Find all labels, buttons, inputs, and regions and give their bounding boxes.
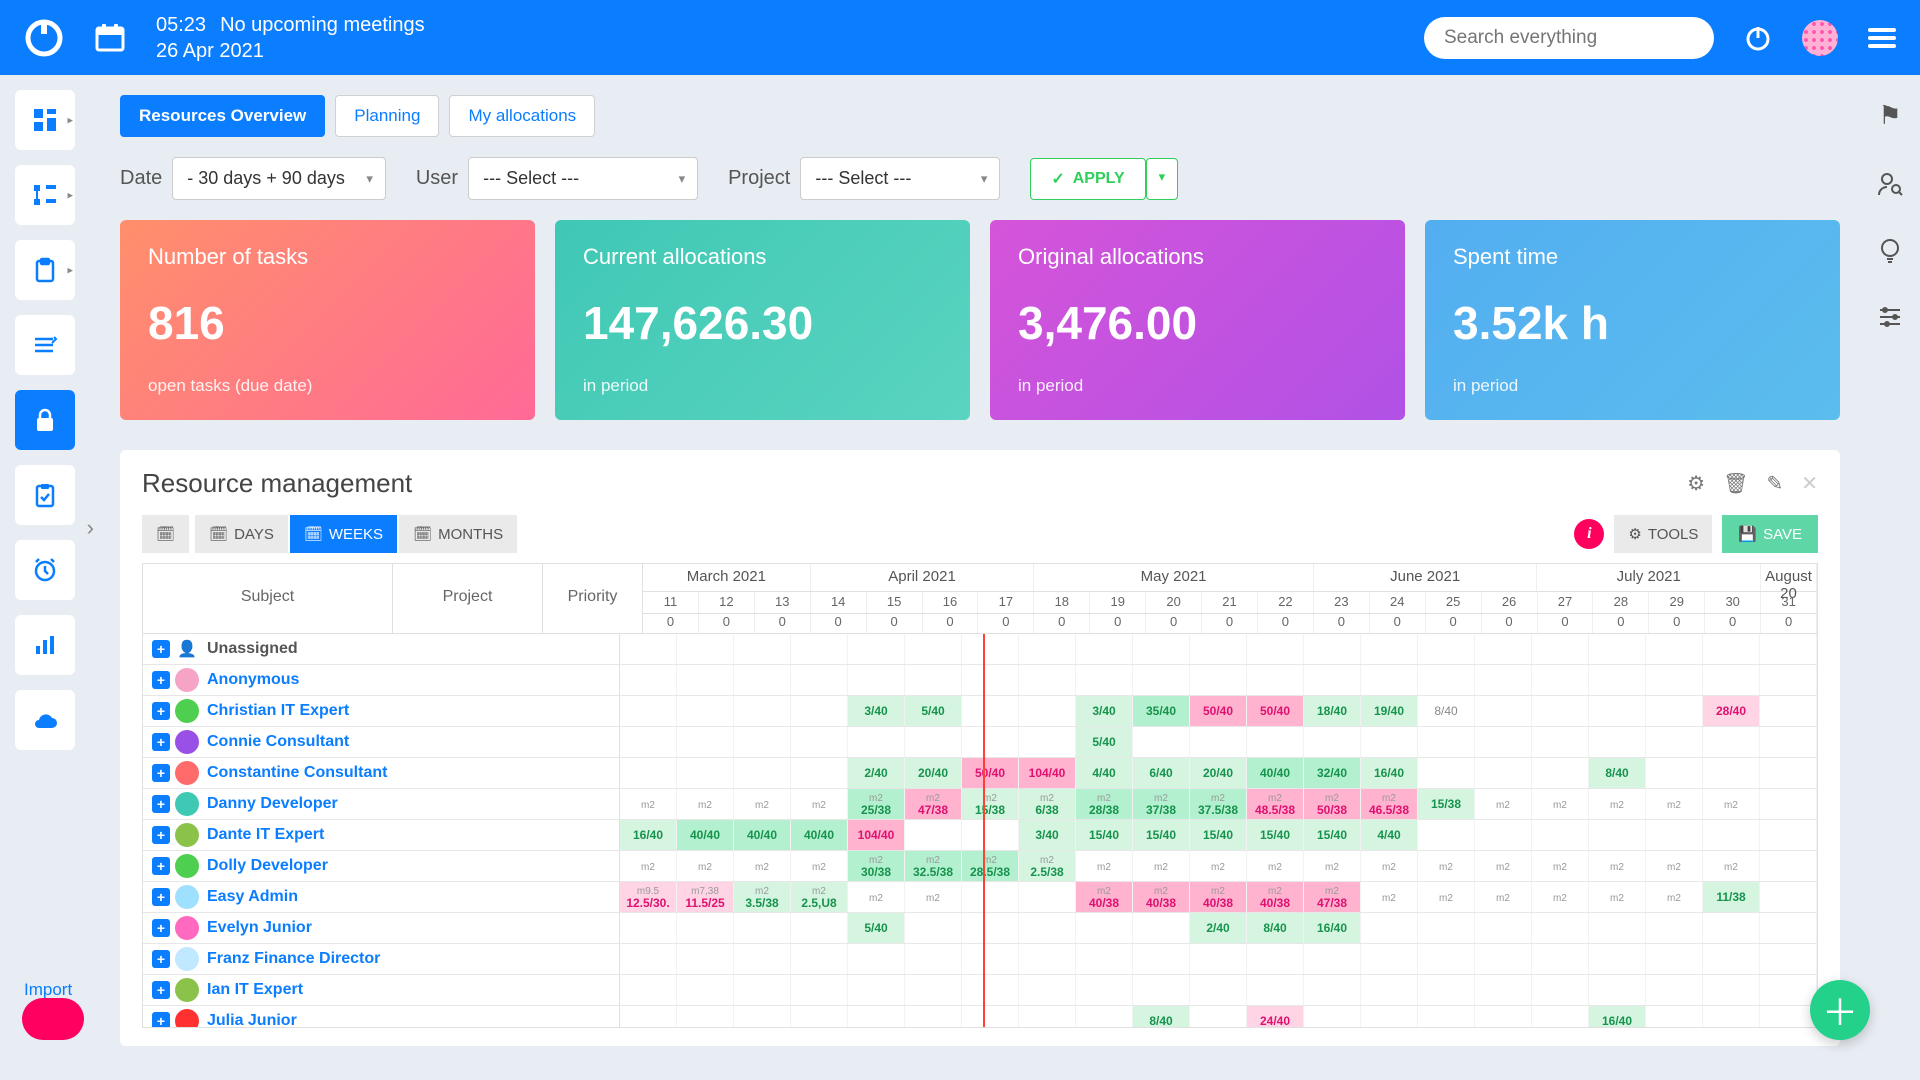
close-icon[interactable]: ✕ <box>1801 471 1818 496</box>
tab-planning[interactable]: Planning <box>335 95 439 137</box>
expand-icon[interactable]: + <box>152 733 170 751</box>
import-label: Import <box>24 980 72 1000</box>
sidebar-collapse-icon[interactable]: › <box>87 515 94 541</box>
gear-icon[interactable]: ⚙ <box>1687 471 1705 496</box>
menu-icon[interactable] <box>1868 28 1896 48</box>
date-select[interactable]: - 30 days + 90 days <box>172 157 386 200</box>
panel-title: Resource management <box>142 468 412 499</box>
tab-my-allocations[interactable]: My allocations <box>449 95 595 137</box>
resource-row[interactable]: +Danny Developerm2m2m2m2m225/38m247/38m2… <box>143 789 1817 820</box>
apply-button[interactable]: ✓ APPLY <box>1030 158 1145 200</box>
sidebar-alarm[interactable] <box>15 540 75 600</box>
sidebar: ▸ ▸ ▸ › Import <box>0 75 90 1080</box>
tools-button[interactable]: ⚙ TOOLS <box>1614 515 1712 553</box>
sliders-icon[interactable] <box>1877 305 1903 327</box>
metric-card: Current allocations147,626.30in period <box>555 220 970 420</box>
add-fab[interactable]: ＋ <box>1810 980 1870 1040</box>
sidebar-checklist[interactable] <box>15 315 75 375</box>
tabs: Resources OverviewPlanningMy allocations <box>120 95 1840 137</box>
topbar: 05:23No upcoming meetings 26 Apr 2021 <box>0 0 1920 75</box>
expand-icon[interactable]: + <box>152 826 170 844</box>
resource-row[interactable]: +Franz Finance Director <box>143 944 1817 975</box>
sidebar-tasks[interactable] <box>15 465 75 525</box>
avatar[interactable] <box>1802 20 1838 56</box>
apply-dropdown[interactable]: ▾ <box>1146 158 1179 200</box>
months-button[interactable]: 🗓 MONTHS <box>399 515 517 553</box>
search-input[interactable] <box>1424 17 1714 59</box>
expand-icon[interactable]: + <box>152 919 170 937</box>
save-button[interactable]: 💾 SAVE <box>1722 515 1818 553</box>
resource-row[interactable]: +Connie Consultant5/40 <box>143 727 1817 758</box>
metric-card: Number of tasks816open tasks (due date) <box>120 220 535 420</box>
resource-row[interactable]: +Dolly Developerm2m2m2m2m230/38m232.5/38… <box>143 851 1817 882</box>
bulb-icon[interactable] <box>1878 237 1902 265</box>
sidebar-cloud[interactable] <box>15 690 75 750</box>
expand-icon[interactable]: + <box>152 640 170 658</box>
resource-row[interactable]: +Evelyn Junior5/402/408/4016/40 <box>143 913 1817 944</box>
resource-grid: Subject Project Priority March 2021April… <box>142 563 1818 1028</box>
expand-icon[interactable]: + <box>152 1012 170 1029</box>
sidebar-lock[interactable] <box>15 390 75 450</box>
calendar-view-icon[interactable]: 🗓 <box>142 515 189 553</box>
metric-cards: Number of tasks816open tasks (due date)C… <box>120 220 1840 420</box>
power-icon[interactable] <box>1744 24 1772 52</box>
sidebar-dashboard[interactable]: ▸ <box>15 90 75 150</box>
resource-row[interactable]: +Ian IT Expert <box>143 975 1817 1006</box>
sidebar-clipboard[interactable]: ▸ <box>15 240 75 300</box>
expand-icon[interactable]: + <box>152 702 170 720</box>
expand-icon[interactable]: + <box>152 795 170 813</box>
metric-card: Original allocations3,476.00in period <box>990 220 1405 420</box>
user-select[interactable]: --- Select --- <box>468 157 698 200</box>
flag-icon[interactable]: ⚑ <box>1878 100 1901 131</box>
user-search-icon[interactable] <box>1877 171 1903 197</box>
info-badge[interactable]: i <box>1574 519 1604 549</box>
expand-icon[interactable]: + <box>152 950 170 968</box>
weeks-button[interactable]: 🗓 WEEKS <box>290 515 397 553</box>
resource-row[interactable]: +Christian IT Expert3/405/403/4035/4050/… <box>143 696 1817 727</box>
expand-icon[interactable]: + <box>152 888 170 906</box>
main: Resources OverviewPlanningMy allocations… <box>100 75 1860 1080</box>
rightbar: ⚑ <box>1860 75 1920 1080</box>
calendar-icon[interactable] <box>94 22 126 54</box>
expand-icon[interactable]: + <box>152 981 170 999</box>
resource-panel: Resource management ⚙ 🗑 ✎ ✕ 🗓 🗓 DAYS 🗓 W… <box>120 450 1840 1046</box>
filters: Date - 30 days + 90 days User --- Select… <box>120 157 1840 200</box>
edit-icon[interactable]: ✎ <box>1766 471 1783 496</box>
resource-row[interactable]: +Easy Adminm9.512.5/30.m7,3811.5/25m23.5… <box>143 882 1817 913</box>
today-line <box>983 634 985 1028</box>
trash-icon[interactable]: 🗑 <box>1723 471 1748 496</box>
expand-icon[interactable]: + <box>152 764 170 782</box>
expand-icon[interactable]: + <box>152 671 170 689</box>
metric-card: Spent time3.52k hin period <box>1425 220 1840 420</box>
sidebar-chart[interactable] <box>15 615 75 675</box>
resource-row[interactable]: +👤Unassigned <box>143 634 1817 665</box>
tab-resources-overview[interactable]: Resources Overview <box>120 95 325 137</box>
days-button[interactable]: 🗓 DAYS <box>195 515 288 553</box>
sidebar-tree[interactable]: ▸ <box>15 165 75 225</box>
import-button[interactable] <box>22 998 84 1040</box>
resource-row[interactable]: +Dante IT Expert16/4040/4040/4040/40104/… <box>143 820 1817 851</box>
resource-row[interactable]: +Julia Junior8/4024/4016/40 <box>143 1006 1817 1028</box>
expand-icon[interactable]: + <box>152 857 170 875</box>
project-select[interactable]: --- Select --- <box>800 157 1000 200</box>
resource-row[interactable]: +Constantine Consultant2/4020/4050/40104… <box>143 758 1817 789</box>
logo-icon[interactable] <box>24 18 64 58</box>
resource-row[interactable]: +Anonymous <box>143 665 1817 696</box>
time-status: 05:23No upcoming meetings 26 Apr 2021 <box>156 12 425 64</box>
